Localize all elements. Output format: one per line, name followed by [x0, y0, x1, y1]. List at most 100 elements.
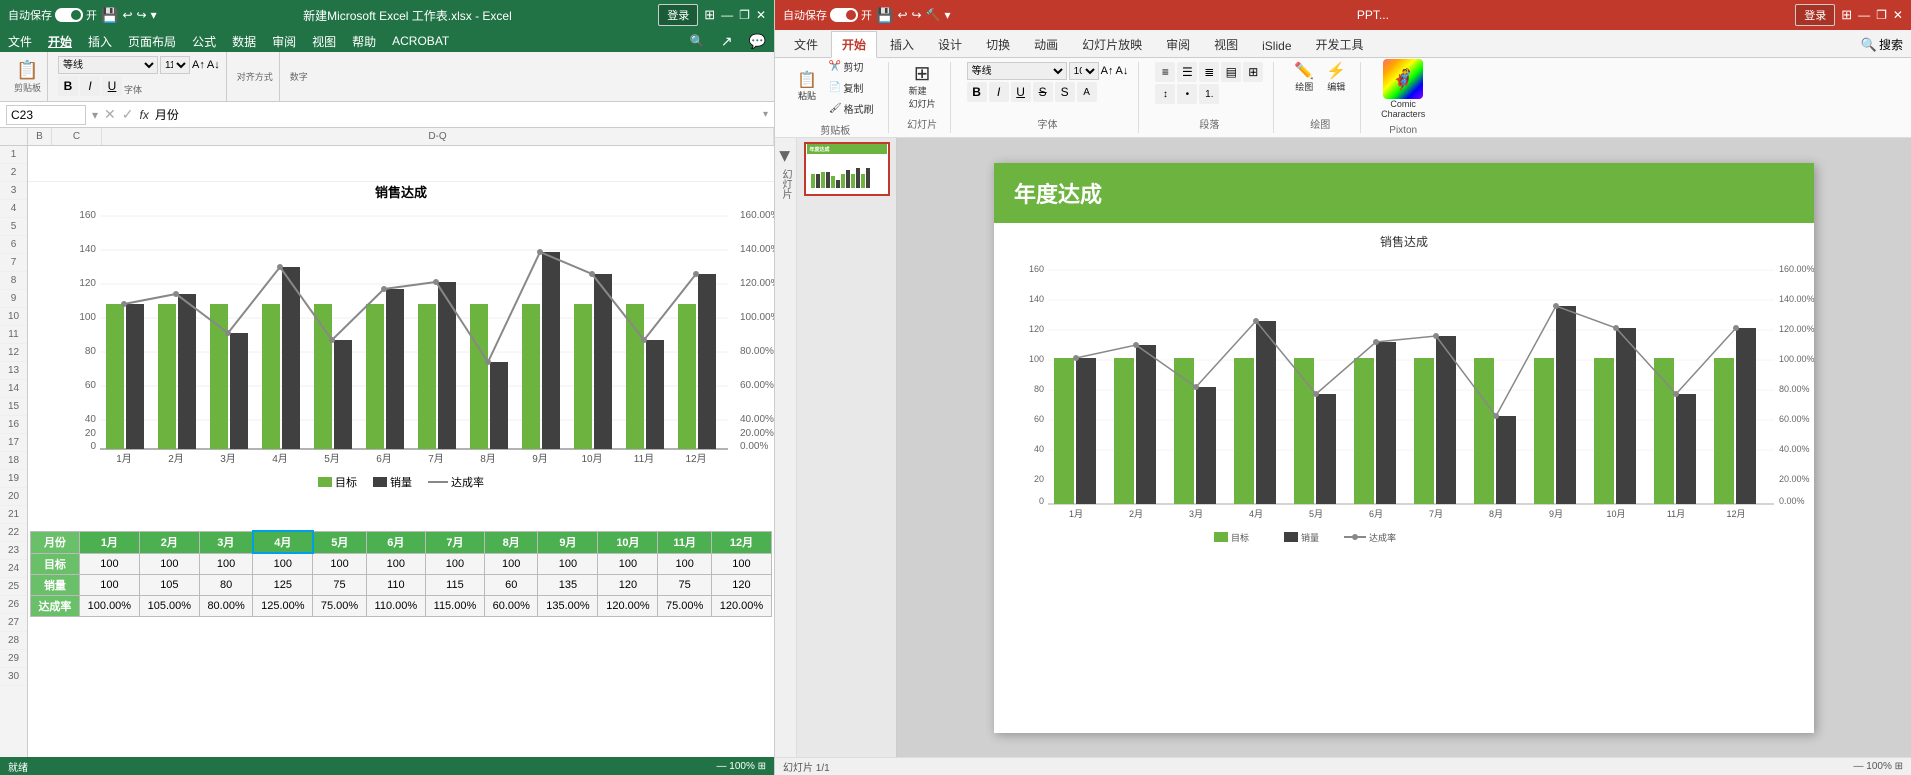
excel-login-button[interactable]: 登录	[658, 4, 698, 26]
undo-icon[interactable]: ↩	[122, 8, 132, 22]
excel-tab-file[interactable]: 文件	[8, 33, 32, 50]
excel-tab-view[interactable]: 视图	[312, 33, 336, 50]
numbered-button[interactable]: 1.	[1199, 84, 1219, 104]
autosave-toggle-switch[interactable]	[55, 8, 83, 22]
ppt-tab-slideshow[interactable]: 幻灯片放映	[1071, 31, 1153, 57]
ppt-shadow-button[interactable]: S	[1055, 82, 1075, 102]
table-rate-apr[interactable]: 125.00%	[253, 595, 313, 616]
ppt-tab-insert[interactable]: 插入	[879, 31, 925, 57]
table-rate-dec[interactable]: 120.00%	[711, 595, 771, 616]
ppt-more-icon[interactable]: ▾	[945, 8, 951, 22]
table-target-sep[interactable]: 100	[538, 553, 598, 574]
excel-tab-review[interactable]: 审阅	[272, 33, 296, 50]
column-button[interactable]: ⊞	[1243, 62, 1263, 82]
excel-tab-formula[interactable]: 公式	[192, 33, 216, 50]
ppt-search-icon[interactable]: 🔍	[1861, 37, 1877, 53]
new-slide-button[interactable]: ⊞ 新建幻灯片	[905, 62, 940, 112]
ppt-bold-button[interactable]: B	[967, 82, 987, 102]
table-sales-jul[interactable]: 115	[425, 574, 484, 595]
table-rate-oct[interactable]: 120.00%	[598, 595, 658, 616]
excel-tab-acrobat[interactable]: ACROBAT	[392, 34, 449, 48]
comic-characters-button[interactable]: 🦸 ComicCharacters	[1377, 57, 1429, 121]
align-right-button[interactable]: ≣	[1199, 62, 1219, 82]
table-rate-aug[interactable]: 60.00%	[485, 595, 538, 616]
table-sales-sep[interactable]: 135	[538, 574, 598, 595]
formula-bar-expand-icon[interactable]: ▾	[763, 109, 768, 120]
table-target-oct[interactable]: 100	[598, 553, 658, 574]
ppt-underline-button[interactable]: U	[1011, 82, 1031, 102]
table-rate-sep[interactable]: 135.00%	[538, 595, 598, 616]
table-sales-may[interactable]: 75	[313, 574, 366, 595]
table-target-dec[interactable]: 100	[711, 553, 771, 574]
ppt-min-button[interactable]: —	[1858, 8, 1870, 22]
ppt-italic-button[interactable]: I	[989, 82, 1009, 102]
excel-tab-help[interactable]: 帮助	[352, 33, 376, 50]
ppt-tab-review[interactable]: 审阅	[1155, 31, 1201, 57]
italic-button[interactable]: I	[80, 76, 100, 96]
ppt-increase-font-icon[interactable]: A↑	[1101, 65, 1114, 77]
excel-tab-insert[interactable]: 插入	[88, 33, 112, 50]
copy-button[interactable]: 📄复制	[825, 78, 878, 97]
ppt-undo-icon[interactable]: ↩	[897, 8, 907, 22]
align-left-button[interactable]: ≡	[1155, 62, 1175, 82]
table-rate-feb[interactable]: 105.00%	[139, 595, 199, 616]
table-target-may[interactable]: 100	[313, 553, 366, 574]
excel-restore-button[interactable]: ❐	[739, 8, 750, 22]
table-target-jun[interactable]: 100	[366, 553, 425, 574]
ppt-tab-animation[interactable]: 动画	[1023, 31, 1069, 57]
table-rate-may[interactable]: 75.00%	[313, 595, 366, 616]
table-rate-mar[interactable]: 80.00%	[199, 595, 252, 616]
ppt-close-button[interactable]: ✕	[1893, 8, 1903, 22]
paste-icon[interactable]: 📋	[16, 60, 38, 81]
table-target-apr[interactable]: 100	[253, 553, 313, 574]
table-target-jul[interactable]: 100	[425, 553, 484, 574]
table-target-mar[interactable]: 100	[199, 553, 252, 574]
formula-input[interactable]: 月份	[155, 108, 757, 122]
ppt-font-color-button[interactable]: A	[1077, 82, 1097, 102]
cell-reference[interactable]: C23	[6, 105, 86, 125]
ppt-tab-islide[interactable]: iSlide	[1251, 34, 1302, 57]
ppt-toolbar-icon[interactable]: 🔨	[926, 8, 941, 22]
ppt-login-button[interactable]: 登录	[1795, 4, 1835, 26]
sidebar-collapse-icon[interactable]: ▶	[777, 151, 794, 162]
table-rate-nov[interactable]: 75.00%	[658, 595, 711, 616]
ppt-redo-icon[interactable]: ↪	[912, 8, 922, 22]
ppt-canvas-area[interactable]: 年度达成 销售达成 160 140 120 100 80	[897, 138, 1911, 757]
excel-search-icon[interactable]: 🔍	[690, 34, 705, 48]
table-rate-jun[interactable]: 110.00%	[366, 595, 425, 616]
table-sales-feb[interactable]: 105	[139, 574, 199, 595]
more-icon[interactable]: ▾	[151, 8, 157, 22]
paste-button[interactable]: 📋 粘贴	[793, 71, 821, 104]
table-target-jan[interactable]: 100	[79, 553, 139, 574]
bullet-button[interactable]: •	[1177, 84, 1197, 104]
table-rate-jul[interactable]: 115.00%	[425, 595, 484, 616]
ppt-tab-home[interactable]: 开始	[831, 31, 877, 58]
table-rate-jan[interactable]: 100.00%	[79, 595, 139, 616]
ppt-decrease-font-icon[interactable]: A↓	[1115, 65, 1128, 77]
table-target-feb[interactable]: 100	[139, 553, 199, 574]
save-icon[interactable]: 💾	[101, 7, 118, 24]
ppt-tab-design[interactable]: 设计	[927, 31, 973, 57]
edit-button[interactable]: ⚡ 编辑	[1322, 62, 1350, 95]
line-spacing-button[interactable]: ↕	[1155, 84, 1175, 104]
ppt-tab-developer[interactable]: 开发工具	[1305, 31, 1375, 57]
underline-button[interactable]: U	[102, 76, 122, 96]
cut-button[interactable]: ✂️剪切	[825, 57, 878, 76]
excel-close-button[interactable]: ✕	[756, 8, 766, 22]
slide-thumb-1[interactable]: 1 年度达成	[804, 142, 890, 196]
ppt-tab-switch[interactable]: 切换	[975, 31, 1021, 57]
excel-tab-home[interactable]: 开始	[48, 33, 72, 50]
table-sales-dec[interactable]: 120	[711, 574, 771, 595]
ppt-autosave-toggle[interactable]: 自动保存 开	[783, 7, 872, 23]
ppt-restore-button[interactable]: ❐	[1876, 8, 1887, 22]
table-sales-oct[interactable]: 120	[598, 574, 658, 595]
font-size-select[interactable]: 11	[160, 56, 190, 74]
excel-min-button[interactable]: —	[721, 8, 733, 22]
format-painter-button[interactable]: 🖌格式刷	[825, 99, 878, 118]
decrease-font-icon[interactable]: A↓	[207, 59, 220, 71]
font-family-select[interactable]: 等线	[58, 56, 158, 74]
ppt-tab-file[interactable]: 文件	[783, 31, 829, 57]
ppt-strikethrough-button[interactable]: S	[1033, 82, 1053, 102]
ppt-save-icon[interactable]: 💾	[876, 7, 893, 24]
table-sales-mar[interactable]: 80	[199, 574, 252, 595]
